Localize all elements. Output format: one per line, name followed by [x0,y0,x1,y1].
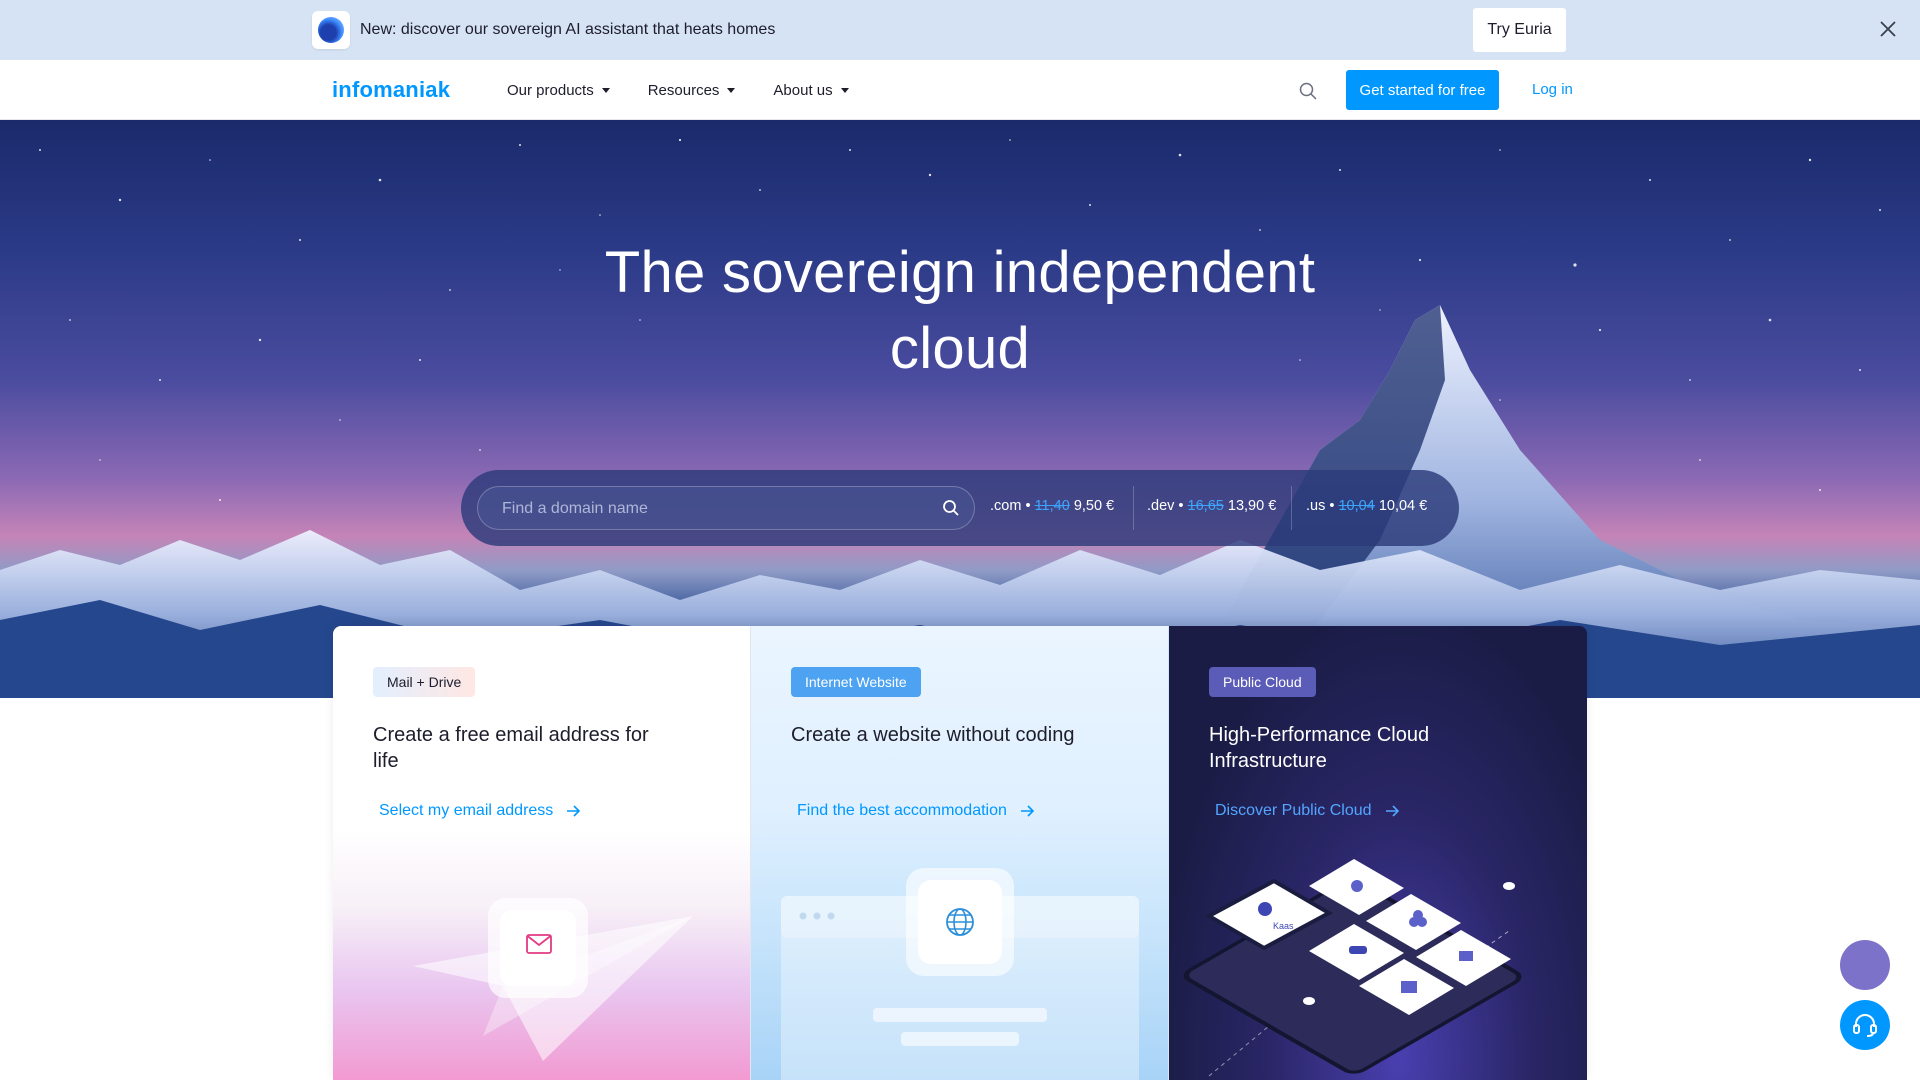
hero-section: The sovereign independent cloud .com • 1… [0,120,1920,698]
discover-public-cloud-link[interactable]: Discover Public Cloud [1215,802,1400,820]
nav-item-about-us[interactable]: About us [773,81,849,99]
announcement-content: New: discover our sovereign AI assistant… [312,8,1566,52]
infomaniak-logo[interactable]: infomaniak [332,77,450,103]
tld-price-com[interactable]: .com • 11,40 9,50 € [990,498,1114,514]
nav-item-resources[interactable]: Resources [648,82,736,99]
domain-search-input[interactable] [478,487,938,531]
headset-icon [1853,1014,1877,1037]
card-link-label: Select my email address [379,802,554,819]
mountain-landscape [0,305,1920,698]
tld-old-price: 16,65 [1187,498,1224,514]
get-started-button[interactable]: Get started for free [1346,70,1499,110]
close-icon[interactable] [1877,18,1899,40]
chevron-down-icon [727,87,736,93]
tld-price: 10,04 € [1378,498,1428,514]
search-icon[interactable] [942,499,960,517]
card-title: Create a website without coding [791,724,1075,746]
arrow-right-icon [1385,805,1399,817]
product-cards: Mail + Drive Create a free email address… [333,626,1587,1080]
nav-item-our-products[interactable]: Our products [507,82,610,99]
tld-price-us[interactable]: .us • 10,04 10,04 € [1306,498,1427,514]
search-icon[interactable] [1298,81,1318,101]
card-internet-website[interactable]: Internet Website Create a website withou… [751,626,1169,1080]
tld-extension: .com • [990,498,1031,514]
divider [1133,486,1134,530]
assistant-icon[interactable] [1840,940,1890,990]
nav-item-label: Our products [507,81,594,99]
card-title: High-Performance Cloud Infrastructure [1209,724,1430,772]
announcement-text: New: discover our sovereign AI assistant… [360,21,776,38]
login-link[interactable]: Log in [1532,81,1573,98]
tld-extension: .dev • [1147,498,1184,514]
chevron-down-icon [601,87,610,93]
announcement-bar: New: discover our sovereign AI assistant… [0,0,1920,60]
tld-old-price: 10,04 [1338,498,1375,514]
tld-price-dev[interactable]: .dev • 16,65 13,90 € [1147,498,1276,514]
tld-old-price: 11,40 [1034,498,1070,514]
find-accommodation-link[interactable]: Find the best accommodation [797,802,1035,820]
globe-icon [946,908,974,936]
card-tag: Mail + Drive [373,667,476,697]
card-public-cloud[interactable]: Kaas Public Cloud High-Performance Cloud… [1169,626,1587,1080]
card-link-label: Find the best accommodation [797,802,1007,819]
euria-logo-icon [312,11,350,49]
envelope-icon [526,934,552,954]
card-tag: Public Cloud [1209,667,1316,697]
main-navigation: infomaniak Our products Resources About … [0,60,1920,120]
nav-item-label: Resources [647,81,720,99]
card-tag: Internet Website [791,667,921,697]
arrow-right-icon [1020,805,1035,817]
tld-price: 9,50 € [1073,498,1115,514]
hero-title: The sovereign independent cloud [604,240,1316,381]
card-mail-drive[interactable]: Mail + Drive Create a free email address… [333,626,751,1080]
chevron-down-icon [840,87,849,93]
arrow-right-icon [567,805,581,817]
domain-search-field [477,486,975,531]
try-euria-button[interactable]: Try Euria [1473,8,1566,52]
kaas-label: Kaas [1273,921,1294,931]
nav-item-label: About us [773,81,833,99]
support-button[interactable] [1840,1000,1890,1050]
nav-menu: Our products Resources About us [507,60,849,120]
tld-price: 13,90 € [1227,498,1277,514]
tld-extension: .us • [1306,498,1335,514]
select-email-link[interactable]: Select my email address [379,802,581,820]
card-link-label: Discover Public Cloud [1215,802,1372,819]
card-title: Create a free email address for life [373,724,649,772]
divider [1291,486,1292,530]
domain-search-bar: .com • 11,40 9,50 € .dev • 16,65 13,90 €… [461,470,1459,546]
